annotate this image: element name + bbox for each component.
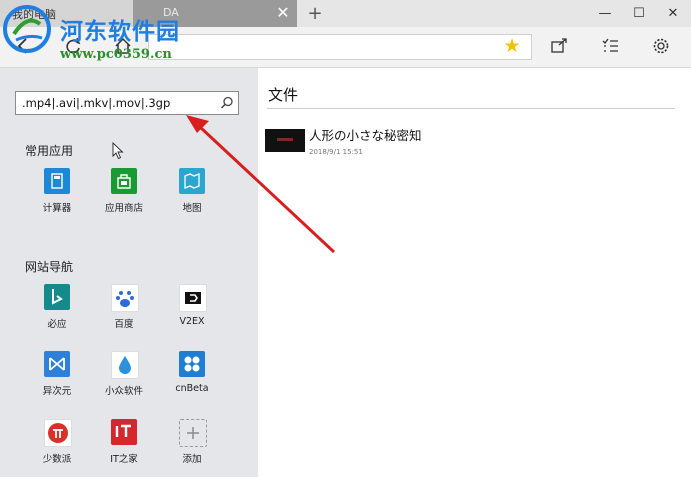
add-icon xyxy=(179,419,207,447)
iplaysoft-icon xyxy=(44,351,70,377)
watermark-url: www.pc0359.cn xyxy=(60,47,172,62)
search-input[interactable] xyxy=(22,92,212,114)
section-title-site-nav: 网站导航 xyxy=(25,260,74,274)
window-close-button[interactable]: ✕ xyxy=(656,0,690,27)
site-cnbeta[interactable]: cnBeta xyxy=(160,351,224,407)
file-item[interactable]: 人形の小さな秘密知 2018/9/1 15:51 xyxy=(265,124,525,160)
section-title-common-apps: 常用应用 xyxy=(25,144,74,158)
site-label: 少数派 xyxy=(42,454,72,465)
bing-icon xyxy=(44,284,70,310)
sspai-icon xyxy=(44,419,72,447)
gear-icon[interactable] xyxy=(647,33,675,59)
app-label: 地图 xyxy=(182,203,202,214)
mouse-cursor-icon xyxy=(112,142,124,160)
content-divider xyxy=(267,108,675,109)
file-name: 人形の小さな秘密知 xyxy=(309,128,422,143)
site-label: 异次元 xyxy=(42,386,72,397)
search-box[interactable] xyxy=(15,91,239,115)
site-v2ex[interactable]: V2EX xyxy=(160,284,224,340)
site-iplaysoft[interactable]: 异次元 xyxy=(25,351,89,407)
site-label: cnBeta xyxy=(175,383,209,394)
v2ex-icon xyxy=(179,284,207,312)
close-tab-icon[interactable]: ✕ xyxy=(273,3,293,23)
site-label: 添加 xyxy=(182,454,202,465)
maximize-button[interactable]: ☐ xyxy=(622,0,656,27)
app-label: 应用商店 xyxy=(104,203,143,214)
list-icon[interactable] xyxy=(596,33,624,59)
app-calculator[interactable]: 计算器 xyxy=(25,168,89,224)
watermark-logo-icon xyxy=(3,5,51,53)
site-label: 百度 xyxy=(114,319,134,330)
content-title: 文件 xyxy=(268,86,299,104)
site-label: 必应 xyxy=(47,319,67,330)
site-label: IT之家 xyxy=(110,454,138,465)
share-icon[interactable] xyxy=(545,33,573,59)
site-bing[interactable]: 必应 xyxy=(25,284,89,340)
appinn-icon xyxy=(111,351,139,379)
app-store[interactable]: 应用商店 xyxy=(92,168,156,224)
site-label: V2EX xyxy=(179,316,205,327)
ithome-icon xyxy=(111,419,137,445)
address-field[interactable] xyxy=(148,34,532,60)
site-ithome[interactable]: IT之家 xyxy=(92,419,156,475)
site-baidu[interactable]: 百度 xyxy=(92,284,156,340)
add-site-button[interactable]: 添加 xyxy=(160,419,224,475)
baidu-icon xyxy=(111,284,139,312)
minimize-button[interactable]: — xyxy=(588,0,622,27)
search-icon[interactable] xyxy=(219,95,235,111)
site-label: 小众软件 xyxy=(104,386,143,397)
cnbeta-icon xyxy=(179,351,205,377)
left-panel: 常用应用 计算器 应用商店 地图 网站导航 必应 百度 V2EX xyxy=(0,68,258,477)
site-sspai[interactable]: 少数派 xyxy=(25,419,89,475)
new-tab-button[interactable]: + xyxy=(300,0,330,27)
watermark-brand: 河东软件园 xyxy=(60,18,180,45)
app-maps[interactable]: 地图 xyxy=(160,168,224,224)
file-date: 2018/9/1 15:51 xyxy=(309,148,363,156)
video-thumbnail xyxy=(265,129,305,152)
map-icon xyxy=(179,168,205,194)
site-appinn[interactable]: 小众软件 xyxy=(92,351,156,407)
store-icon xyxy=(111,168,137,194)
star-icon[interactable]: ★ xyxy=(501,35,523,57)
app-label: 计算器 xyxy=(42,203,72,214)
calculator-icon xyxy=(44,168,70,194)
